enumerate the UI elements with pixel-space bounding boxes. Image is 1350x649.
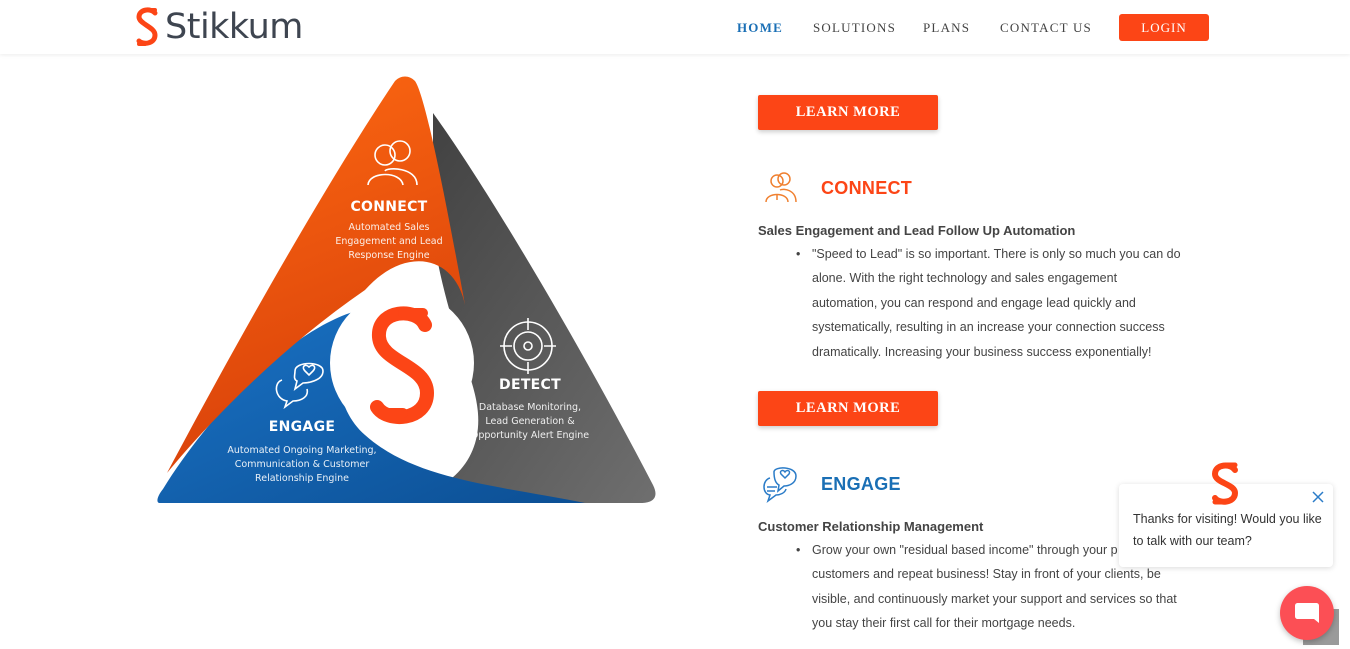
people-icon xyxy=(765,172,797,203)
detect-desc-line: Lead Generation & xyxy=(485,416,575,427)
bullet: • xyxy=(796,543,801,557)
site-header: Stikkum HOME SOLUTIONS PLANS CONTACT US … xyxy=(0,0,1350,54)
connect-feature-heading: CONNECT xyxy=(758,166,912,210)
nav-home[interactable]: HOME xyxy=(737,20,783,36)
nav-contact-us[interactable]: CONTACT US xyxy=(1000,20,1092,36)
learn-more-button[interactable]: LEARN MORE xyxy=(758,391,938,426)
brand-name: Stikkum xyxy=(165,7,303,47)
engage-segment-desc: Automated Ongoing Marketing, Communicati… xyxy=(217,444,387,486)
site-logo[interactable]: Stikkum xyxy=(133,6,303,48)
nav-solutions[interactable]: SOLUTIONS xyxy=(813,20,896,36)
chat-launcher-button[interactable] xyxy=(1280,586,1334,640)
chat-heart-icon xyxy=(763,467,797,504)
engage-feature-heading: ENGAGE xyxy=(758,462,901,506)
connect-desc-line: Automated Sales xyxy=(348,222,430,233)
login-button[interactable]: LOGIN xyxy=(1119,14,1209,41)
connect-segment: CONNECT Automated Sales Engagement and L… xyxy=(335,199,443,263)
connect-desc-line: "Speed to Lead" is so important. There i… xyxy=(812,247,1181,261)
detect-segment: DETECT Database Monitoring, Lead Generat… xyxy=(465,377,595,443)
connect-desc-line: alone. With the right technology and sal… xyxy=(812,271,1118,286)
engage-desc-line: Communication & Customer xyxy=(234,459,370,470)
connect-segment-title: CONNECT xyxy=(350,199,428,215)
connect-feature-subtitle: Sales Engagement and Lead Follow Up Auto… xyxy=(758,223,1076,238)
learn-more-button[interactable]: LEARN MORE xyxy=(758,95,938,130)
stikkum-avatar-icon xyxy=(1211,462,1239,505)
connect-desc-line: Response Engine xyxy=(348,250,430,261)
bullet: • xyxy=(796,247,801,261)
chat-bubble-icon xyxy=(1295,603,1319,623)
connect-feature-title: CONNECT xyxy=(821,177,913,198)
engage-segment-title: ENGAGE xyxy=(268,419,336,435)
connect-desc-line: dramatically. Increasing your business s… xyxy=(812,344,1152,359)
close-icon[interactable] xyxy=(1311,490,1325,504)
connect-desc-line: Engagement and Lead xyxy=(335,236,443,247)
connect-segment-desc: Automated Sales Engagement and Lead Resp… xyxy=(335,221,443,263)
engage-desc-line: Relationship Engine xyxy=(255,473,349,484)
connect-desc-line: automation, you can respond and engage l… xyxy=(812,295,1136,310)
connect-feature-description: • "Speed to Lead" is so important. There… xyxy=(796,242,1192,364)
nav-plans[interactable]: PLANS xyxy=(923,20,970,36)
detect-desc-line: Opportunity Alert Engine xyxy=(470,430,590,441)
engage-desc-line: visible, and continuously market your su… xyxy=(812,591,1177,606)
detect-segment-desc: Database Monitoring, Lead Generation & O… xyxy=(465,401,595,443)
chat-message: Thanks for visiting! Would you like to t… xyxy=(1133,512,1322,548)
stikkum-logo-icon xyxy=(136,7,158,46)
connect-desc-line: systematically, resulting in an increase… xyxy=(812,320,1165,335)
detect-segment-title: DETECT xyxy=(499,377,561,393)
connect-detect-engage-diagram: CONNECT Automated Sales Engagement and L… xyxy=(155,75,660,510)
engage-desc-line: Automated Ongoing Marketing, xyxy=(227,445,377,456)
engage-desc-line: you stay their first call for their mort… xyxy=(812,616,1076,631)
engage-feature-subtitle: Customer Relationship Management xyxy=(758,519,984,534)
engage-segment: ENGAGE Automated Ongoing Marketing, Comm… xyxy=(217,419,387,486)
detect-desc-line: Database Monitoring, xyxy=(478,402,582,413)
engage-feature-title: ENGAGE xyxy=(821,473,901,494)
